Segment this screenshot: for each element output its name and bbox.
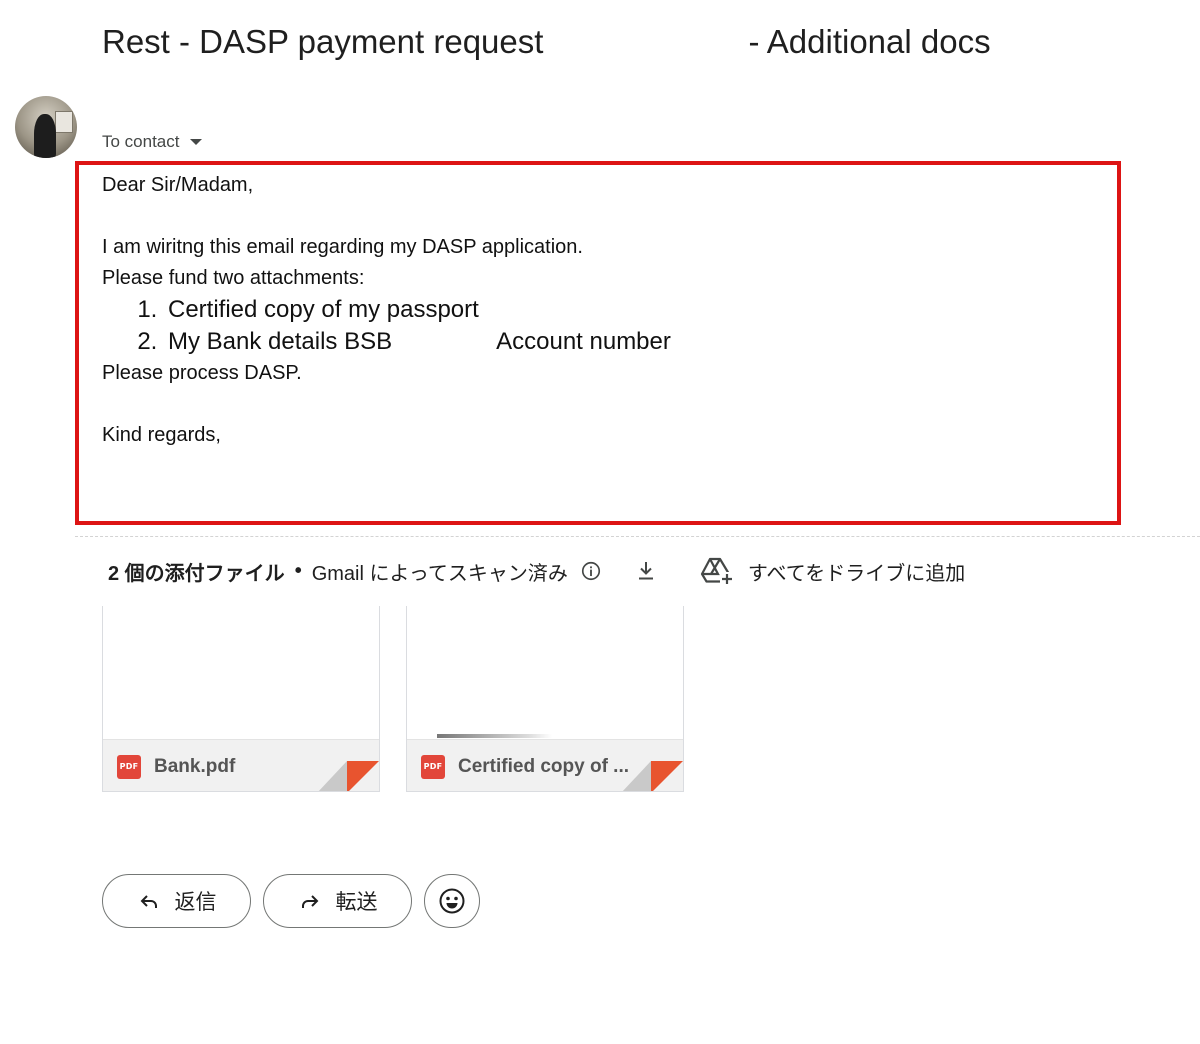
page-fold-icon: [621, 761, 683, 791]
forward-icon: [298, 889, 322, 913]
subject-part-2: - Additional docs: [748, 23, 991, 60]
attachment-count: 2 個の添付ファイル: [108, 562, 285, 585]
add-to-drive-label[interactable]: すべてをドライブに追加: [748, 557, 965, 586]
reply-button[interactable]: 返信: [102, 874, 251, 928]
forward-button[interactable]: 転送: [263, 874, 412, 928]
reply-label: 返信: [174, 891, 217, 914]
list-item: Certified copy of my passport: [164, 294, 1102, 326]
attachment-preview[interactable]: [103, 606, 379, 739]
attachment-footer[interactable]: PDF Bank.pdf: [103, 739, 379, 791]
attachment-card[interactable]: PDF Bank.pdf: [102, 606, 380, 792]
list-item-suffix: Account number: [496, 328, 671, 355]
page-fold-icon: [317, 761, 379, 791]
preview-thumbnail-strip: [437, 734, 552, 738]
body-line: Please process DASP.: [102, 362, 302, 384]
body-line: Please fund two attachments:: [102, 267, 365, 289]
reply-icon: [137, 889, 161, 913]
divider: [75, 536, 1200, 537]
pdf-icon: PDF: [117, 754, 141, 779]
email-subject: Rest - DASP payment request - Additional …: [102, 20, 1102, 68]
list-item-text: Certified copy of my passport: [168, 296, 479, 323]
recipient-label: To contact: [102, 132, 180, 151]
body-greeting: Dear Sir/Madam,: [102, 174, 254, 196]
scan-status: Gmail によってスキャン済み: [311, 562, 568, 585]
dropdown-caret-icon[interactable]: [189, 139, 202, 145]
email-body: Dear Sir/Madam, I am wiritng this email …: [102, 170, 1102, 451]
attachment-footer[interactable]: PDF Certified copy of ...: [407, 739, 683, 791]
subject-part-1: Rest - DASP payment request: [102, 23, 544, 60]
body-closing: Kind regards,: [102, 424, 221, 446]
drive-add-icon[interactable]: [700, 556, 734, 586]
download-icon[interactable]: [634, 559, 658, 583]
emoji-icon: [438, 887, 466, 915]
sender-avatar[interactable]: [15, 96, 77, 158]
attachment-list: Certified copy of my passport My Bank de…: [102, 294, 1102, 358]
avatar-photo-figure: [34, 114, 56, 158]
forward-label: 転送: [335, 891, 378, 914]
attachment-card[interactable]: PDF Certified copy of ...: [406, 606, 684, 792]
attachments-header: 2 個の添付ファイル • Gmail によってスキャン済み すべてをドライブに追…: [108, 556, 965, 586]
attachment-name[interactable]: Bank.pdf: [154, 756, 235, 778]
emoji-reaction-button[interactable]: [424, 874, 480, 928]
list-item: My Bank details BSB Account number: [164, 326, 1102, 358]
body-line: I am wiritng this email regarding my DAS…: [102, 236, 583, 258]
attachment-preview[interactable]: [407, 606, 683, 739]
list-item-text: My Bank details BSB: [168, 328, 393, 355]
avatar-photo-detail: [55, 111, 73, 133]
pdf-icon: PDF: [421, 754, 445, 779]
attachment-name[interactable]: Certified copy of ...: [458, 756, 629, 778]
recipient-details-toggle[interactable]: To contact: [102, 131, 202, 153]
info-icon[interactable]: [580, 560, 602, 582]
separator-dot: •: [294, 559, 302, 582]
